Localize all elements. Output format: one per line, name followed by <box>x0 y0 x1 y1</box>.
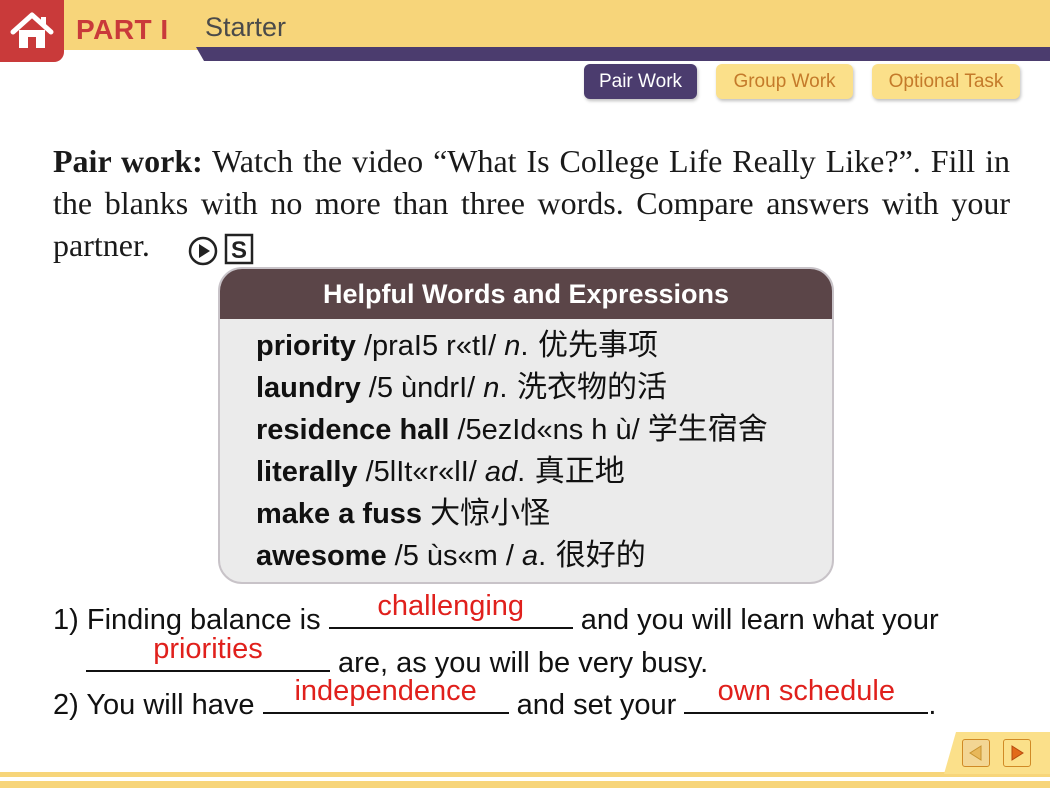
q1-blank-1: challenging <box>328 590 573 629</box>
next-button[interactable] <box>1003 739 1031 767</box>
helpful-words-list: priority /praI5 r«tI/ n. 优先事项 laundry /5… <box>220 319 832 577</box>
helpful-item: literally /5lIt«r«lI/ ad. 真正地 <box>256 454 625 489</box>
exercise-q2: 2) You will have independence and set yo… <box>53 675 937 721</box>
script-icon[interactable]: S <box>224 232 254 266</box>
instructions-lead: Pair work: <box>53 143 203 179</box>
helpful-item: priority /praI5 r«tI/ n. 优先事项 <box>256 328 658 363</box>
helpful-item: laundry /5 ùndrI/ n. 洗衣物的活 <box>256 370 668 405</box>
helpful-item: make a fuss 大惊小怪 <box>256 496 551 531</box>
home-button[interactable] <box>0 0 64 62</box>
q2-answer-1: independence <box>294 675 477 707</box>
q1-number: 1) <box>53 604 79 636</box>
prev-button[interactable] <box>962 739 990 767</box>
triangle-left-icon <box>969 745 982 761</box>
footer-stripe <box>0 772 1050 777</box>
nav-panel <box>944 732 1050 774</box>
q2-blank-1: independence <box>262 675 509 714</box>
home-icon <box>10 12 54 48</box>
footer-stripe-bottom <box>0 781 1050 788</box>
play-icon[interactable] <box>186 232 220 266</box>
q2-number: 2) <box>53 689 79 721</box>
part-label: PART I <box>76 14 169 45</box>
q1-answer-1: challenging <box>377 590 525 622</box>
helpful-words-title: Helpful Words and Expressions <box>220 269 832 319</box>
q2-blank-2: own schedule <box>684 675 929 714</box>
tab-optional-task[interactable]: Optional Task <box>872 64 1020 99</box>
svg-text:S: S <box>231 237 247 264</box>
exercise-q1-line2: priorities are, as you will be very busy… <box>86 633 708 680</box>
helpful-words-box: Helpful Words and Expressions priority /… <box>218 267 834 584</box>
exercise-q1-line1: 1) Finding balance is challenging and yo… <box>53 590 939 636</box>
page-title: Starter <box>205 12 287 42</box>
triangle-right-icon <box>1011 745 1024 761</box>
tab-pair-work[interactable]: Pair Work <box>584 64 697 99</box>
helpful-item: residence hall /5ezId«ns h ù/ 学生宿舍 <box>256 412 768 447</box>
tab-group-work[interactable]: Group Work <box>716 64 853 99</box>
header-accent-stripe <box>196 47 1050 61</box>
q2-answer-2: own schedule <box>717 675 895 707</box>
q1-blank-2: priorities <box>86 633 330 672</box>
q1-answer-2: priorities <box>153 633 263 665</box>
instructions-paragraph: Pair work: Watch the video “What Is Coll… <box>53 140 1010 266</box>
helpful-item: awesome /5 ùs«m / a. 很好的 <box>256 538 646 573</box>
